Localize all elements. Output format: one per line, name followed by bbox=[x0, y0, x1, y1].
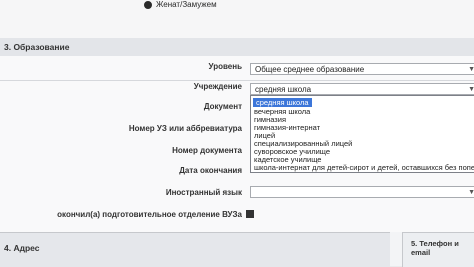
prep-dept-checkbox[interactable] bbox=[246, 210, 254, 218]
section-address-header: 4. Адрес bbox=[0, 232, 390, 267]
marital-option-label: Женат/Замужем bbox=[156, 0, 217, 9]
institution-select[interactable]: средняя школа ▼ bbox=[250, 83, 474, 95]
dropdown-option[interactable]: школа-интернат для детей-сирот и детей, … bbox=[254, 163, 474, 172]
uz-number-label: Номер УЗ или аббревиатура bbox=[128, 124, 242, 133]
chevron-down-icon: ▼ bbox=[468, 189, 474, 196]
marital-radio-option[interactable]: Женат/Замужем bbox=[144, 0, 217, 9]
row-divider bbox=[0, 80, 474, 81]
prep-dept-label: окончил(а) подготовительное отделение ВУ… bbox=[57, 210, 242, 219]
doc-number-label: Номер документа bbox=[172, 146, 242, 155]
foreign-language-select[interactable]: ▼ bbox=[250, 186, 474, 198]
application-form: Женат/Замужем 3. Образование Уровень Общ… bbox=[0, 0, 474, 267]
section-education-header: 3. Образование bbox=[0, 38, 474, 57]
institution-label: Учреждение bbox=[193, 82, 242, 91]
section-title: 5. Телефон и email bbox=[411, 239, 459, 257]
chevron-down-icon: ▼ bbox=[468, 66, 474, 73]
section-title: 4. Адрес bbox=[4, 243, 40, 253]
section-phone-email-header: 5. Телефон и email bbox=[402, 232, 474, 267]
level-select[interactable]: Общее среднее образование ▼ bbox=[250, 63, 474, 75]
radio-selected-icon[interactable] bbox=[144, 0, 152, 9]
level-label: Уровень bbox=[208, 62, 242, 71]
institution-dropdown-list[interactable]: средняя школа вечерняя школа гимназия ги… bbox=[250, 95, 474, 173]
marital-status-card: Женат/Замужем bbox=[0, 0, 474, 39]
section-title: 3. Образование bbox=[4, 42, 70, 52]
foreign-language-label: Иностранный язык bbox=[165, 188, 242, 197]
end-date-label: Дата окончания bbox=[179, 166, 242, 175]
document-label: Документ bbox=[203, 102, 242, 111]
institution-value: средняя школа bbox=[255, 85, 312, 94]
dropdown-option[interactable]: средняя школа bbox=[253, 98, 312, 107]
level-value: Общее среднее образование bbox=[255, 65, 365, 74]
